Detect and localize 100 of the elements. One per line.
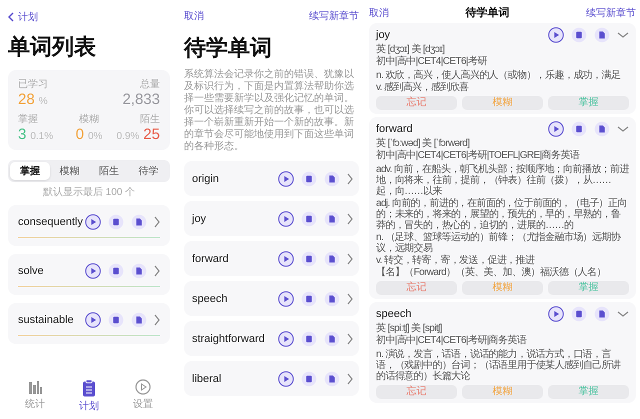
word-text: joy bbox=[376, 29, 390, 41]
stat-percent: 0% bbox=[88, 131, 102, 142]
word-card[interactable]: straightforward bbox=[184, 321, 359, 356]
word-card[interactable]: solve bbox=[8, 254, 170, 295]
word-card[interactable]: forward bbox=[184, 241, 359, 276]
document-icon[interactable] bbox=[324, 170, 340, 186]
clipboard-icon[interactable] bbox=[82, 379, 96, 397]
play-icon[interactable] bbox=[548, 306, 564, 322]
word-text: speech bbox=[376, 308, 412, 320]
level-tags-text: 初中|高中|CET4|CET6|考研|商务英语 bbox=[376, 335, 528, 346]
phonetic-text: 英 [ˈfɔːwəd] 美 [ˈfɔrwərd] bbox=[376, 138, 470, 149]
stat-value: 0 bbox=[76, 126, 84, 143]
document-icon[interactable] bbox=[131, 214, 147, 230]
word-text: origin bbox=[192, 172, 219, 184]
stat-percent: % bbox=[38, 96, 48, 107]
play-icon[interactable] bbox=[278, 370, 294, 386]
word-card[interactable]: speech bbox=[184, 281, 359, 316]
play-icon[interactable] bbox=[85, 214, 101, 230]
play-icon[interactable] bbox=[278, 330, 294, 346]
document-icon[interactable] bbox=[324, 370, 340, 386]
chevron-down-icon[interactable] bbox=[617, 126, 629, 132]
tab-bar-item[interactable]: 计划 bbox=[79, 379, 99, 413]
filter-tab[interactable]: 待学 bbox=[128, 162, 168, 180]
filter-tab[interactable]: 模糊 bbox=[50, 162, 89, 180]
level-tags-text: 初中|高中|CET4|CET6|考研 bbox=[376, 56, 488, 67]
word-text: straightforward bbox=[192, 332, 265, 344]
word-text: sustainable bbox=[18, 314, 74, 326]
play-circle-icon[interactable] bbox=[135, 379, 151, 395]
word-text: forward bbox=[192, 252, 229, 264]
definition-text: v. 转交，转寄，寄，发送，促进，推进 bbox=[376, 255, 536, 266]
document-icon[interactable] bbox=[131, 312, 147, 328]
play-icon[interactable] bbox=[278, 210, 294, 226]
word-card[interactable]: liberal bbox=[184, 361, 359, 396]
page-title: 待学单词 bbox=[466, 6, 510, 20]
play-icon[interactable] bbox=[548, 121, 564, 137]
phonetic-text: 英 [spiːtʃ] 美 [spitʃ] bbox=[376, 323, 443, 334]
definition-text: v. 感到高兴，感到欣喜 bbox=[376, 82, 470, 93]
definition-text: 【名】（Forward）（英、美、加、澳）福沃德（人名） bbox=[376, 267, 607, 278]
chevron-right-icon[interactable] bbox=[347, 372, 353, 384]
stat-value: 25 bbox=[143, 126, 160, 143]
chevron-right-icon[interactable] bbox=[154, 265, 160, 277]
level-tags-text: 初中|高中|CET4|CET6|考研|TOEFL|GRE|商务英语 bbox=[376, 150, 581, 161]
definition-text: n. 欢欣，高兴，使人高兴的人（或物），乐趣，成功，满足 bbox=[376, 70, 622, 81]
document-icon[interactable] bbox=[324, 210, 340, 226]
word-text: joy bbox=[192, 212, 206, 224]
phonetic-text: 英 [dʒɔɪ] 美 [dʒɔɪ] bbox=[376, 44, 446, 55]
chevron-right-icon[interactable] bbox=[154, 314, 160, 326]
chevron-left-icon bbox=[8, 12, 14, 22]
chevron-right-icon[interactable] bbox=[347, 292, 353, 304]
word-text: consequently bbox=[18, 216, 83, 228]
page-title: 待学单词 bbox=[184, 35, 273, 61]
play-icon[interactable] bbox=[278, 250, 294, 266]
cancel-link[interactable]: 取消 bbox=[184, 9, 204, 23]
chevron-right-icon[interactable] bbox=[154, 216, 160, 228]
stat-percent: 0.1% bbox=[30, 131, 54, 142]
chevron-right-icon[interactable] bbox=[347, 212, 353, 224]
play-icon[interactable] bbox=[278, 290, 294, 306]
document-icon[interactable] bbox=[324, 290, 340, 306]
stat-label: 总量 bbox=[140, 78, 160, 91]
word-text: solve bbox=[18, 265, 44, 277]
filter-tab[interactable]: 陌生 bbox=[89, 162, 128, 180]
page-title: 单词列表 bbox=[8, 34, 97, 60]
document-icon[interactable] bbox=[594, 121, 610, 137]
continue-chapter-link[interactable]: 续写新章节 bbox=[586, 6, 636, 20]
stat-percent: 0.9% bbox=[116, 131, 140, 142]
definition-text: n. 演说，发言，话语，说话的能力，说话方式，口语，言语，（戏剧中的）台词；（话语里用于使某人感到自己所讲的话得意的）长篇大论 bbox=[376, 349, 622, 382]
word-card[interactable]: joy bbox=[184, 201, 359, 236]
back-link[interactable]: 计划 bbox=[8, 10, 38, 24]
bar-chart-icon[interactable] bbox=[27, 379, 43, 395]
word-text: speech bbox=[192, 292, 228, 304]
hint-text: 默认显示最后 100 个 bbox=[42, 186, 136, 199]
word-card[interactable]: consequently bbox=[8, 205, 170, 246]
document-icon[interactable] bbox=[594, 306, 610, 322]
document-icon[interactable] bbox=[594, 27, 610, 43]
stat-label: 模糊 bbox=[78, 112, 99, 126]
cancel-link[interactable]: 取消 bbox=[369, 6, 389, 20]
word-text: forward bbox=[376, 123, 413, 135]
word-card[interactable]: sustainable bbox=[8, 303, 170, 344]
stat-value: 2,833 bbox=[122, 91, 160, 108]
play-icon[interactable] bbox=[85, 263, 101, 279]
document-icon[interactable] bbox=[131, 263, 147, 279]
stat-value: 3 bbox=[18, 126, 26, 143]
play-icon[interactable] bbox=[85, 312, 101, 328]
chevron-down-icon[interactable] bbox=[617, 32, 629, 38]
filter-tab[interactable]: 掌握 bbox=[10, 162, 50, 180]
document-icon[interactable] bbox=[324, 250, 340, 266]
chevron-down-icon[interactable] bbox=[617, 311, 629, 317]
chevron-right-icon[interactable] bbox=[347, 332, 353, 344]
chevron-right-icon[interactable] bbox=[347, 252, 353, 264]
play-icon[interactable] bbox=[548, 27, 564, 43]
stat-label: 已学习 bbox=[18, 78, 49, 91]
continue-chapter-link[interactable]: 续写新章节 bbox=[309, 9, 359, 23]
word-card[interactable]: origin bbox=[184, 161, 359, 196]
play-icon[interactable] bbox=[278, 170, 294, 186]
stat-label: 掌握 bbox=[18, 112, 39, 126]
stat-label: 陌生 bbox=[140, 112, 160, 126]
document-icon[interactable] bbox=[324, 330, 340, 346]
chevron-right-icon[interactable] bbox=[347, 172, 353, 184]
word-text: liberal bbox=[192, 372, 222, 384]
description-text: 系统算法会记录你之前的错误、犹豫以及标识行为，下面是内置算法帮助你选择一些需要新学以及强化记忆的单词。你可以选择续写之前的故事，也可以选择一个崭新重新开始一个新的故事。新的章节会尽可能地使用到下面这些单词的各种形态。 bbox=[184, 69, 355, 153]
